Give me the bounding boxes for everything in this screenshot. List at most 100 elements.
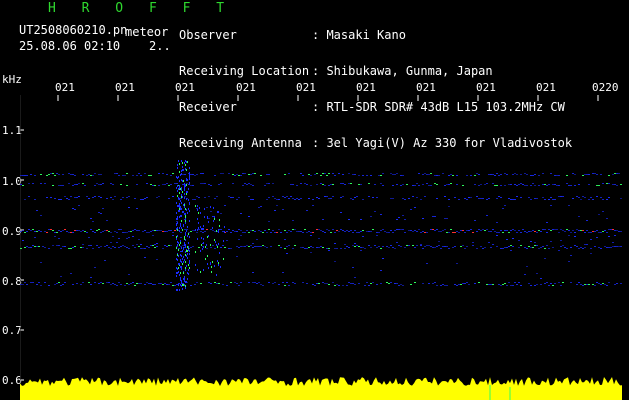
x-tick: 021: [115, 81, 135, 94]
signal-pixel: [566, 175, 568, 176]
echo-pixel: [187, 250, 188, 252]
signal-pixel: [328, 250, 330, 251]
signal-pixel: [426, 245, 428, 246]
echo-pixel: [220, 266, 221, 268]
signal-pixel: [252, 247, 254, 248]
echo-pixel: [180, 279, 181, 281]
signal-pixel: [240, 175, 242, 176]
signal-pixel: [586, 220, 588, 221]
signal-pixel: [400, 175, 402, 176]
echo-pixel: [177, 195, 178, 197]
signal-pixel: [554, 283, 556, 284]
echo-pixel: [187, 257, 188, 259]
echo-pixel: [207, 263, 208, 265]
echo-pixel: [183, 211, 184, 213]
signal-pixel: [424, 196, 426, 197]
signal-pixel: [396, 184, 398, 185]
signal-pixel: [116, 173, 118, 174]
signal-pixel: [598, 283, 600, 284]
signal-pixel: [184, 196, 186, 197]
signal-pixel: [70, 174, 72, 175]
signal-pixel: [134, 247, 136, 248]
signal-pixel: [196, 208, 198, 209]
signal-pixel: [62, 246, 64, 247]
signal-pixel: [480, 230, 482, 231]
signal-pixel: [390, 282, 392, 283]
signal-pixel: [470, 175, 472, 176]
signal-pixel: [114, 247, 116, 248]
signal-pixel: [424, 232, 426, 233]
signal-pixel: [76, 184, 78, 185]
signal-pixel: [54, 232, 56, 233]
signal-pixel: [244, 232, 246, 233]
signal-pixel: [430, 229, 432, 230]
signal-pixel: [496, 246, 498, 247]
signal-pixel: [60, 231, 62, 232]
signal-pixel: [620, 198, 622, 199]
signal-pixel: [196, 174, 198, 175]
signal-pixel: [58, 199, 60, 200]
x-tick: 021: [476, 81, 496, 94]
signal-pixel: [412, 196, 414, 197]
signal-pixel: [104, 260, 106, 261]
echo-pixel: [217, 246, 218, 248]
echo-pixel: [183, 256, 184, 258]
signal-pixel: [24, 232, 26, 233]
signal-pixel: [560, 196, 562, 197]
signal-pixel: [226, 231, 228, 232]
echo-pixel: [181, 280, 182, 282]
echo-pixel: [177, 177, 178, 179]
event-tag: meteor: [125, 25, 169, 39]
signal-pixel: [42, 246, 44, 247]
signal-pixel: [526, 232, 528, 233]
echo-pixel: [203, 225, 204, 227]
signal-pixel: [268, 174, 270, 175]
signal-pixel: [80, 284, 82, 285]
echo-pixel: [179, 192, 180, 194]
signal-pixel: [122, 175, 124, 176]
signal-pixel: [68, 183, 70, 184]
echo-pixel: [180, 215, 181, 217]
signal-pixel: [530, 247, 532, 248]
signal-pixel: [60, 276, 62, 277]
signal-pixel: [302, 175, 304, 176]
signal-pixel: [488, 174, 490, 175]
signal-pixel: [292, 220, 294, 221]
echo-pixel: [185, 244, 186, 246]
signal-pixel: [362, 199, 364, 200]
signal-pixel: [446, 184, 448, 185]
signal-pixel: [554, 175, 556, 176]
echo-pixel: [201, 237, 202, 239]
signal-pixel: [110, 248, 112, 249]
signal-pixel: [170, 175, 172, 176]
echo-pixel: [185, 215, 186, 217]
echo-pixel: [186, 209, 187, 211]
signal-pixel: [268, 197, 270, 198]
signal-pixel: [432, 216, 434, 217]
signal-pixel: [144, 284, 146, 285]
signal-pixel: [92, 197, 94, 198]
echo-pixel: [197, 209, 198, 211]
signal-pixel: [464, 248, 466, 249]
signal-pixel: [66, 231, 68, 232]
signal-pixel: [272, 230, 274, 231]
signal-pixel: [144, 198, 146, 199]
signal-pixel: [314, 285, 316, 286]
signal-pixel: [540, 231, 542, 232]
signal-pixel: [352, 245, 354, 246]
signal-pixel: [220, 173, 222, 174]
echo-pixel: [210, 244, 211, 246]
echo-pixel: [208, 267, 209, 269]
echo-pixel: [176, 275, 177, 277]
signal-pixel: [534, 174, 536, 175]
signal-pixel: [134, 198, 136, 199]
signal-pixel: [268, 183, 270, 184]
signal-pixel: [590, 248, 592, 249]
signal-pixel: [562, 196, 564, 197]
signal-pixel: [208, 218, 210, 219]
signal-pixel: [238, 239, 240, 240]
signal-pixel: [508, 282, 510, 283]
signal-pixel: [506, 247, 508, 248]
signal-pixel: [144, 248, 146, 249]
signal-pixel: [316, 247, 318, 248]
